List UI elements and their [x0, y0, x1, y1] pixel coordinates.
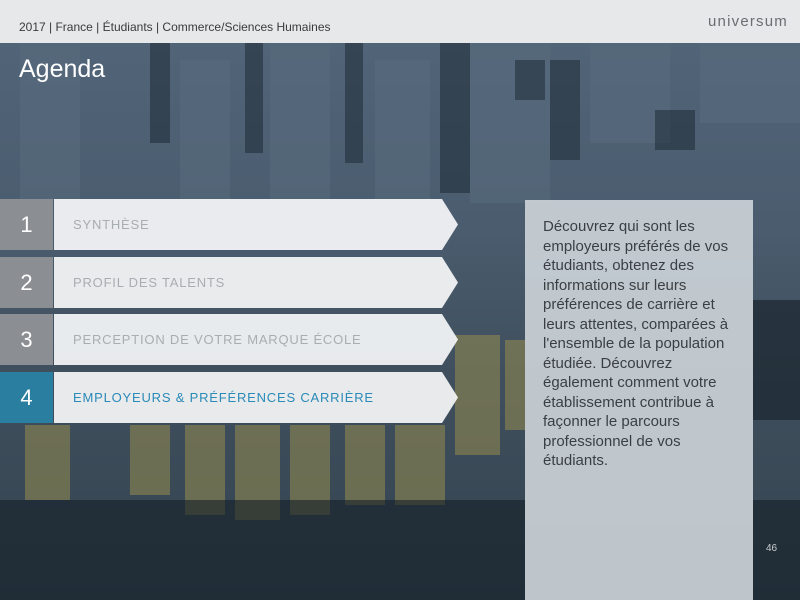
- page-number: 46: [766, 543, 778, 554]
- agenda-number: 2: [0, 257, 53, 308]
- agenda-number: 3: [0, 314, 53, 365]
- agenda-number: 1: [0, 199, 53, 250]
- page-title: Agenda: [19, 55, 106, 83]
- agenda-number: 4: [0, 372, 53, 423]
- breadcrumb: 2017 | France | Étudiants | Commerce/Sci…: [19, 20, 331, 34]
- agenda-label: PROFIL DES TALENTS: [73, 275, 226, 290]
- agenda-label: SYNTHÈSE: [73, 217, 150, 232]
- header-bar: 2017 | France | Étudiants | Commerce/Sci…: [0, 0, 800, 43]
- agenda-item-employeurs[interactable]: 4 EMPLOYEURS & PRÉFÉRENCES CARRIÈRE: [0, 372, 458, 423]
- agenda-label: PERCEPTION DE VOTRE MARQUE ÉCOLE: [73, 332, 362, 347]
- universum-logo: universum: [708, 13, 788, 30]
- description-text: Découvrez qui sont les employeurs préfér…: [543, 218, 729, 469]
- agenda-item-synthese[interactable]: 1 SYNTHÈSE: [0, 199, 458, 250]
- agenda-label: EMPLOYEURS & PRÉFÉRENCES CARRIÈRE: [73, 390, 374, 405]
- agenda-item-perception[interactable]: 3 PERCEPTION DE VOTRE MARQUE ÉCOLE: [0, 314, 458, 365]
- agenda-item-profil[interactable]: 2 PROFIL DES TALENTS: [0, 257, 458, 308]
